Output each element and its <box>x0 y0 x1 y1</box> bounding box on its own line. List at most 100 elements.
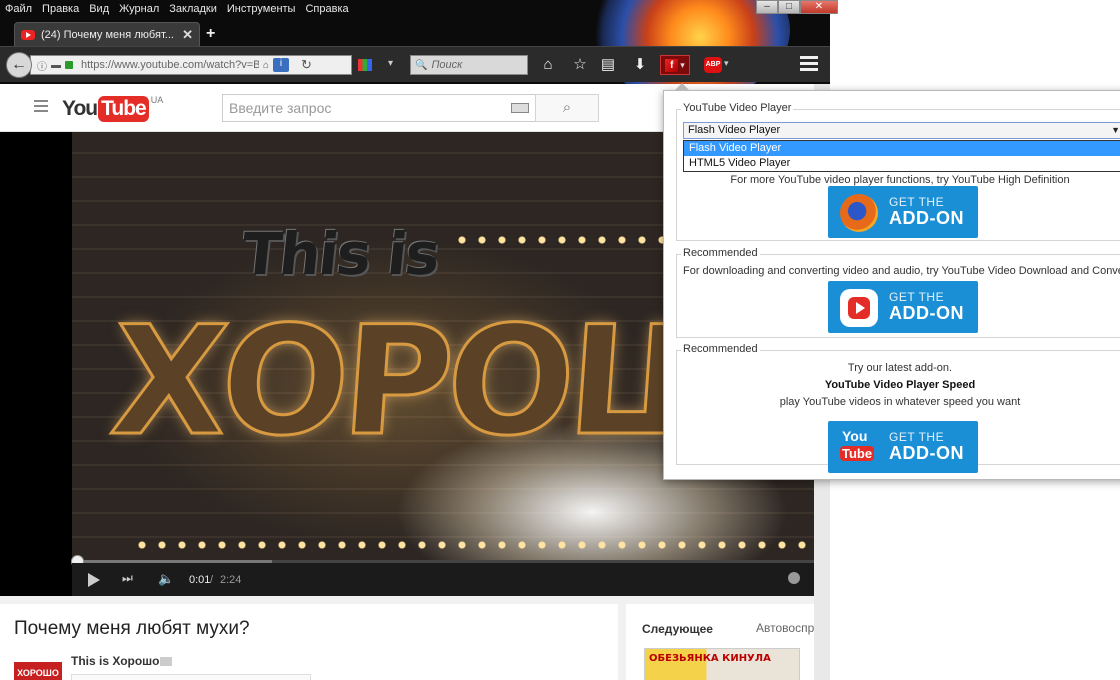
search-placeholder: Введите запрос <box>229 100 332 116</box>
time-separator: / <box>210 574 214 586</box>
logo-you: You <box>62 97 98 120</box>
menu-help[interactable]: Справка <box>300 0 353 18</box>
player-controls: ⏭ 🔈 0:01 / 2:24 <box>72 563 814 596</box>
menu-file[interactable]: Файл <box>0 0 37 18</box>
button-get-the: GET THE <box>889 195 945 209</box>
button-add-on: ADD-ON <box>889 303 964 323</box>
settings-gear-icon[interactable] <box>788 572 800 584</box>
youtube-logo[interactable]: You Tube UA <box>62 95 164 122</box>
section-legend: Recommended <box>681 343 760 355</box>
play-icon[interactable] <box>88 573 100 587</box>
maximize-button[interactable]: □ <box>778 0 800 14</box>
guide-menu-icon[interactable] <box>34 100 48 115</box>
url-bar[interactable]: ⓘ ▬ https://www.youtube.com/watch?v=B/ ⌂… <box>30 55 352 75</box>
reading-list-icon[interactable]: ▤ <box>597 55 619 75</box>
navigation-toolbar: ⓘ ▬ https://www.youtube.com/watch?v=B/ ⌂… <box>0 46 830 82</box>
related-sidebar: Следующее Автовоспроизведение ОБЕЗЬЯНКА … <box>626 604 814 680</box>
tab-title: (24) Почему меня любят... <box>41 28 174 41</box>
volume-icon[interactable]: 🔈 <box>158 571 174 587</box>
youtube-favicon-icon <box>21 29 35 40</box>
get-addon-button-download[interactable]: GET THE ADD-ON <box>828 281 978 333</box>
keyboard-icon[interactable] <box>511 103 529 113</box>
close-window-button[interactable]: ✕ <box>800 0 838 14</box>
lock-icon <box>65 61 73 69</box>
chevron-down-icon[interactable]: ▾ <box>388 58 393 69</box>
new-tab-button[interactable]: + <box>206 25 215 43</box>
select-dropdown-list: Flash Video Player HTML5 Video Player <box>683 140 1120 172</box>
menu-view[interactable]: Вид <box>84 0 114 18</box>
logo-tube: Tube <box>840 446 875 461</box>
button-add-on: ADD-ON <box>889 443 964 463</box>
downloads-icon[interactable]: ⬇ <box>629 55 651 75</box>
video-player-select[interactable]: Flash Video Player ▼ <box>683 122 1120 139</box>
recommended-section-download: Recommended For downloading and converti… <box>676 247 1120 338</box>
time-current: 0:01 <box>189 574 211 586</box>
menu-tools[interactable]: Инструменты <box>222 0 301 18</box>
subscribe-button[interactable] <box>71 674 311 680</box>
window-controls: – □ ✕ <box>756 0 838 14</box>
logo-region: UA <box>150 95 164 105</box>
youtube-search-button[interactable]: ⌕ <box>535 94 599 122</box>
button-get-the: GET THE <box>889 290 945 304</box>
youtube-play-logo-icon <box>840 289 878 327</box>
search-engine-icon[interactable]: 🔍 <box>415 60 427 71</box>
section-description: For downloading and converting video and… <box>683 265 1120 277</box>
home-icon[interactable]: ⌂ <box>537 55 559 75</box>
button-get-the: GET THE <box>889 430 945 444</box>
hamburger-menu-icon[interactable] <box>800 56 818 72</box>
logo-tube: Tube <box>98 96 149 122</box>
player-section: YouTube Video Player Flash Video Player … <box>676 102 1120 241</box>
home-addon-icon[interactable]: ⌂ <box>263 60 269 71</box>
menu-edit[interactable]: Правка <box>37 0 84 18</box>
chevron-down-icon: ▾ <box>680 59 685 70</box>
addon-popup-panel: YouTube Video Player Flash Video Player … <box>663 83 1120 480</box>
youtube-flash-addon-button[interactable]: f ▾ <box>660 55 690 75</box>
option-html5[interactable]: HTML5 Video Player <box>684 156 1120 171</box>
tab-close-icon[interactable]: ✕ <box>182 27 193 43</box>
channel-name[interactable]: This is Хорошо <box>71 654 160 668</box>
get-addon-button-hd[interactable]: GET THE ADD-ON <box>828 186 978 238</box>
menu-bookmarks[interactable]: Закладки <box>164 0 222 18</box>
thumbnail-caption: ОБЕЗЬЯНКА КИНУЛА <box>649 653 771 664</box>
site-identity-icon[interactable]: ▬ <box>51 60 61 71</box>
option-flash[interactable]: Flash Video Player <box>684 141 1120 156</box>
youtube-search-input[interactable]: Введите запрос <box>222 94 536 122</box>
menu-bar: Файл Правка Вид Журнал Закладки Инструме… <box>0 0 354 18</box>
browser-chrome: Файл Правка Вид Журнал Закладки Инструме… <box>0 0 838 100</box>
recommended-section-speed: Recommended Try our latest add-on. YouTu… <box>676 343 1120 473</box>
up-next-label: Следующее <box>642 622 713 636</box>
promo-line-3: play YouTube videos in whatever speed yo… <box>779 396 1021 408</box>
time-duration: 2:24 <box>220 574 242 586</box>
marquee-lights <box>132 537 812 553</box>
next-video-thumbnail[interactable]: ОБЕЗЬЯНКА КИНУЛА <box>644 648 800 680</box>
adblock-plus-icon[interactable]: ABP <box>704 57 722 73</box>
channel-avatar[interactable]: ХОРОШО <box>14 662 62 680</box>
menu-history[interactable]: Журнал <box>114 0 164 18</box>
reader-addon-icon[interactable]: i <box>273 58 290 72</box>
get-addon-button-speed[interactable]: You Tube GET THE ADD-ON <box>828 421 978 473</box>
select-value: Flash Video Player <box>688 124 781 136</box>
search-bar[interactable]: 🔍 Поиск <box>410 55 528 75</box>
info-icon[interactable]: ⓘ <box>37 58 47 73</box>
promo-addon-name: YouTube Video Player Speed <box>824 379 976 391</box>
browser-tab-active[interactable]: (24) Почему меня любят... ✕ <box>14 22 200 46</box>
bookmark-star-icon[interactable]: ☆ <box>569 55 591 75</box>
back-button[interactable]: ← <box>6 52 32 78</box>
section-description: For more YouTube video player functions,… <box>730 174 1070 186</box>
url-text[interactable]: https://www.youtube.com/watch?v=B/ <box>81 59 259 71</box>
chevron-down-icon[interactable]: ▼ <box>1111 123 1120 138</box>
search-placeholder: Поиск <box>431 59 463 71</box>
video-info: Почему меня любят мухи? ХОРОШО This is Х… <box>0 604 618 680</box>
verified-badge-icon <box>160 657 172 666</box>
colorful-addon-icon[interactable] <box>358 59 372 71</box>
minimize-button[interactable]: – <box>756 0 778 14</box>
reload-icon[interactable]: ↻ <box>301 57 312 73</box>
autoplay-label: Автовоспроизведение <box>756 621 814 635</box>
next-video-icon[interactable]: ⏭ <box>122 571 133 586</box>
logo-you: You <box>842 428 868 444</box>
section-legend: YouTube Video Player <box>681 102 794 114</box>
section-legend: Recommended <box>681 247 760 259</box>
chevron-down-icon[interactable]: ▾ <box>724 58 729 69</box>
search-icon: ⌕ <box>562 99 572 116</box>
screen: Файл Правка Вид Журнал Закладки Инструме… <box>0 0 1120 680</box>
